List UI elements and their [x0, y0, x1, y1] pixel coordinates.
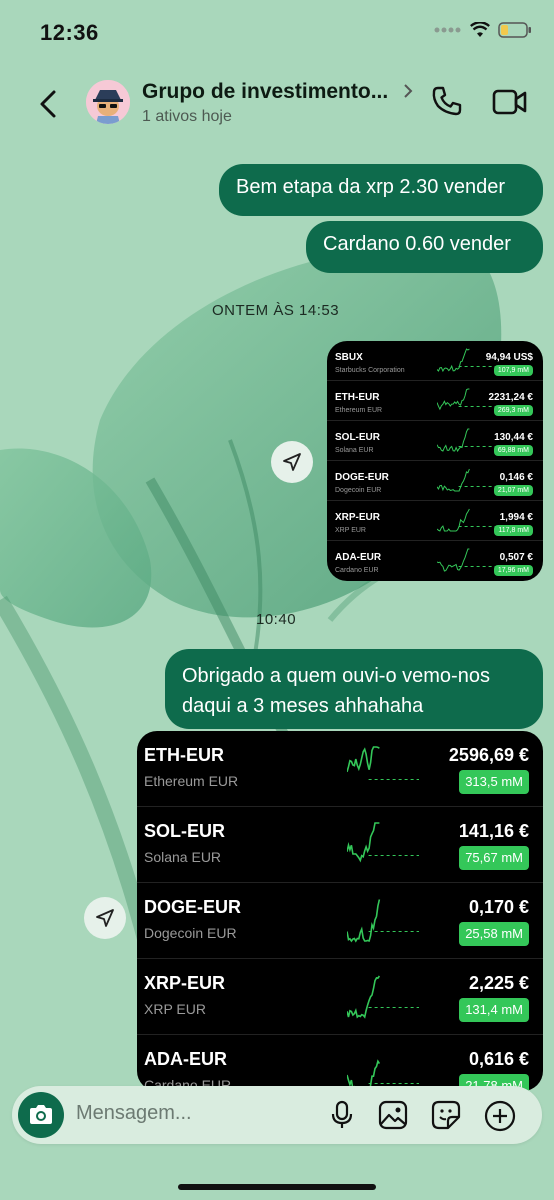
avatar-image	[86, 80, 130, 124]
volume-badge: 69,88 mM	[493, 445, 533, 456]
stock-row[interactable]: XRP-EUR XRP EUR 2,225 € 131,4 mM	[137, 959, 543, 1035]
share-icon	[96, 909, 114, 927]
stock-row[interactable]: ETH-EUR Ethereum EUR 2596,69 € 313,5 mM	[137, 731, 543, 807]
stock-name: Starbucks Corporation	[335, 367, 405, 374]
stock-symbol: ETH-EUR	[144, 745, 224, 765]
share-icon	[283, 453, 301, 471]
stock-card-small[interactable]: SBUX Starbucks Corporation 94,94 US$ 107,9 …	[327, 341, 543, 581]
sparkline-chart	[347, 822, 419, 863]
stock-card-large[interactable]: ETH-EUR Ethereum EUR 2596,69 € 313,5 mM SOL-…	[137, 731, 543, 1091]
stock-symbol: SBUX	[335, 352, 363, 363]
stock-row[interactable]: XRP-EUR XRP EUR 1,994 € 117,8 mM	[327, 501, 543, 541]
stock-name: Cardano EUR	[335, 567, 379, 574]
volume-badge: 75,67 mM	[459, 846, 529, 870]
signal-icon	[434, 27, 461, 33]
stock-symbol: SOL-EUR	[335, 432, 380, 443]
volume-badge: 269,3 mM	[493, 405, 533, 416]
stock-symbol: XRP-EUR	[144, 973, 226, 993]
stock-name: Solana EUR	[144, 849, 222, 865]
sparkline-chart	[347, 746, 419, 780]
stock-row[interactable]: SOL-EUR Solana EUR 141,16 € 75,67 mM	[137, 807, 543, 883]
sparkline-chart	[347, 1059, 419, 1091]
phone-icon[interactable]	[430, 84, 464, 118]
stock-price: 0,146 €	[499, 472, 533, 483]
stock-price: 0,507 €	[499, 552, 533, 563]
message-bubble[interactable]: Bem etapa da xrp 2.30 vender	[219, 164, 543, 216]
camera-icon	[30, 1105, 52, 1124]
message-bubble[interactable]: Obrigado a quem ouvi-o vemo-nos daqui a …	[165, 649, 543, 729]
gallery-icon[interactable]	[378, 1100, 408, 1130]
stock-symbol: ADA-EUR	[335, 552, 382, 563]
volume-badge: 131,4 mM	[459, 998, 529, 1022]
volume-badge: 17,96 mM	[493, 565, 533, 576]
add-icon[interactable]	[484, 1100, 516, 1132]
stock-price: 141,16 €	[458, 821, 529, 841]
stock-symbol: SOL-EUR	[144, 821, 225, 841]
chat-subtitle: 1 ativos hoje	[142, 108, 232, 125]
stock-price: 94,94 US$	[485, 352, 533, 363]
status-bar: 12:36	[0, 0, 554, 62]
back-icon	[40, 90, 56, 118]
message-line: Obrigado a quem ouvi-o vemo-nos	[182, 665, 490, 687]
message-input[interactable]: Mensagem...	[76, 1102, 192, 1125]
stock-price: 130,44 €	[494, 432, 533, 443]
stock-row[interactable]: ADA-EUR Cardano EUR 0,616 €21,78 mM	[137, 1035, 543, 1091]
stock-price: 2596,69 €	[448, 745, 529, 765]
volume-badge: 117,8 mM	[494, 525, 533, 536]
chevron-right-icon[interactable]	[402, 82, 414, 100]
chat-title[interactable]: Grupo de investimento...	[142, 80, 388, 104]
volume-badge: 313,5 mM	[459, 770, 529, 794]
message-composer: Mensagem...	[12, 1086, 542, 1144]
timestamp: ONTEM ÀS 14:53	[212, 302, 340, 319]
stock-row[interactable]: SBUX Starbucks Corporation 94,94 US$ 107,9 …	[327, 341, 543, 381]
timestamp: 10:40	[256, 611, 297, 628]
stock-symbol: ADA-EUR	[144, 1049, 227, 1069]
stock-name: Solana EUR	[335, 447, 374, 454]
stock-name: Dogecoin EUR	[335, 487, 382, 494]
avatar[interactable]	[86, 80, 130, 124]
share-button[interactable]	[84, 897, 126, 939]
message-bubble[interactable]: Cardano 0.60 vender	[306, 221, 543, 273]
stock-price: 0,616 €	[468, 1049, 529, 1069]
stock-symbol: DOGE-EUR	[335, 472, 389, 483]
home-indicator	[178, 1184, 376, 1190]
stock-symbol: XRP-EUR	[335, 512, 381, 523]
video-icon[interactable]	[492, 88, 528, 116]
share-button[interactable]	[271, 441, 313, 483]
stock-symbol: DOGE-EUR	[144, 897, 242, 917]
microphone-icon[interactable]	[330, 1100, 354, 1130]
volume-badge: 107,9 mM	[493, 365, 533, 376]
stock-name: Ethereum EUR	[335, 407, 383, 414]
battery-icon	[498, 22, 531, 38]
sparkline-chart	[347, 899, 419, 943]
stock-row[interactable]: ETH-EUR Ethereum EUR 2231,24 € 269,3 mM	[327, 381, 543, 421]
stock-price: 0,170 €	[468, 897, 529, 917]
stock-row[interactable]: ADA-EUR Cardano EUR 0,507 € 17,96 mM	[327, 541, 543, 580]
stock-row[interactable]: DOGE-EUR Dogecoin EUR 0,146 € 21,07 mM	[327, 461, 543, 501]
camera-button[interactable]	[18, 1092, 64, 1138]
volume-badge: 25,58 mM	[459, 922, 529, 946]
stock-price: 2231,24 €	[488, 392, 534, 403]
wifi-icon	[470, 22, 490, 37]
stock-price: 1,994 €	[499, 512, 533, 523]
stock-name: Ethereum EUR	[144, 773, 239, 789]
message-line: daqui a 3 meses ahhahaha	[182, 695, 424, 717]
sticker-icon[interactable]	[431, 1100, 461, 1130]
stock-name: XRP EUR	[335, 527, 366, 534]
status-time: 12:36	[40, 20, 99, 45]
back-button[interactable]	[34, 84, 62, 124]
stock-symbol: ETH-EUR	[335, 392, 380, 403]
sparkline-chart	[347, 975, 419, 1019]
stock-name: XRP EUR	[144, 1001, 206, 1017]
stock-name: Dogecoin EUR	[144, 925, 237, 941]
stock-row[interactable]: SOL-EUR Solana EUR 130,44 € 69,88 mM	[327, 421, 543, 461]
chat-header: Grupo de investimento... 1 ativos hoje	[0, 62, 554, 142]
status-icons	[434, 22, 532, 38]
volume-badge: 21,07 mM	[493, 485, 533, 496]
stock-row[interactable]: DOGE-EUR Dogecoin EUR 0,170 € 25,58 mM	[137, 883, 543, 959]
stock-price: 2,225 €	[468, 973, 529, 993]
